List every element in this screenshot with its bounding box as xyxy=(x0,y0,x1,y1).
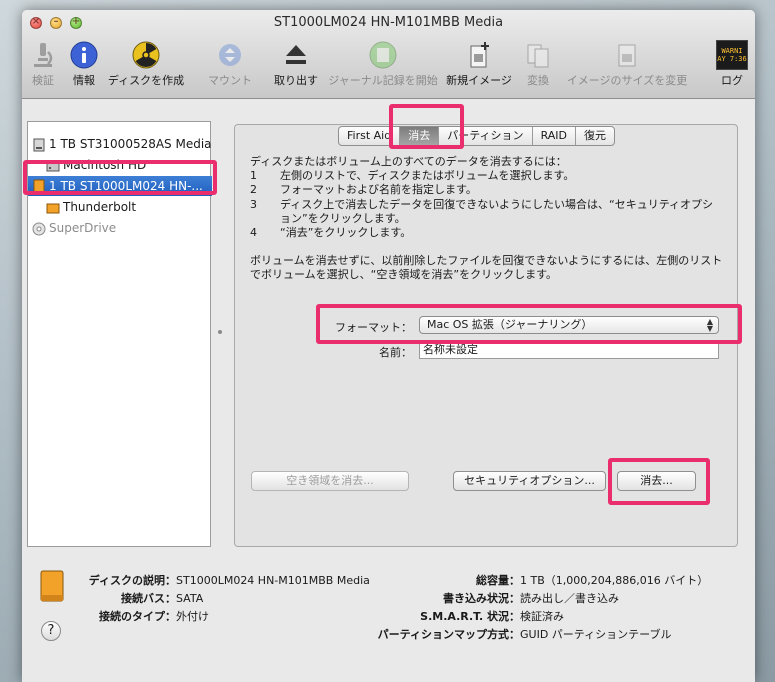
free-space-instruction: でボリュームを選択し、“空き領域を消去”をクリックします。 xyxy=(250,268,557,282)
erase-free-space-button[interactable]: 空き領域を消去... xyxy=(251,471,409,491)
free-space-instruction: ボリュームを消去せずに、以前削除したファイルを回復できないようにするには、左側の… xyxy=(250,254,723,268)
tab-erase[interactable]: 消去 xyxy=(400,127,440,145)
disk-description: ディスクの説明：ST1000LM024 HN-M101MBB Media xyxy=(88,574,370,587)
convert-icon xyxy=(527,44,549,68)
log-icon: WARNI AY 7:36 xyxy=(716,40,748,70)
tab-restore[interactable]: 復元 xyxy=(576,127,614,145)
toolbar: × – + ST1000LM024 HN-M101MBB Media 検証 情報 xyxy=(22,10,755,99)
disk-list-sidebar[interactable]: 1 TB ST31000528AS Media Macintosh HD 1 T… xyxy=(27,121,212,547)
new-image-icon xyxy=(470,42,489,68)
split-view-handle[interactable] xyxy=(218,330,222,334)
partition-map-scheme: パーティションマップ方式：GUID パーティションテーブル xyxy=(377,628,672,641)
tab-partition[interactable]: パーティション xyxy=(439,127,533,145)
erase-button[interactable]: 消去... xyxy=(617,471,696,491)
sidebar-item-disk-external[interactable]: 1 TB ST1000LM024 HN-... xyxy=(28,176,212,196)
burn-icon xyxy=(132,41,160,69)
microscope-icon xyxy=(34,43,53,67)
tab-bar: First Aid 消去 パーティション RAID 復元 xyxy=(338,126,615,146)
erase-instructions: ディスクまたはボリューム上のすべてのデータを消去するには： 1 左側のリストで、デ… xyxy=(250,155,723,283)
write-status: 書き込み状況：読み出し／書き込み xyxy=(443,592,619,605)
info-button[interactable]: 情報 xyxy=(66,40,102,88)
connection-bus: 接続バス：SATA xyxy=(121,592,204,605)
convert-button[interactable]: 変換 xyxy=(518,40,558,88)
sidebar-item-superdrive[interactable]: SuperDrive xyxy=(28,218,212,238)
security-options-button[interactable]: セキュリティオプション... xyxy=(453,471,606,491)
sidebar-item-disk-internal[interactable]: 1 TB ST31000528AS Media xyxy=(28,134,212,154)
mount-icon xyxy=(219,44,241,66)
verify-button[interactable]: 検証 xyxy=(22,40,64,88)
tab-first-aid[interactable]: First Aid xyxy=(339,127,401,145)
burn-button[interactable]: ディスクを作成 xyxy=(106,40,186,88)
popup-arrows-icon: ▲ ▼ xyxy=(706,317,713,333)
journal-icon xyxy=(369,41,397,69)
instruction-step: 2 フォーマットおよび名前を指定します。 xyxy=(250,183,477,197)
resize-image-button[interactable]: イメージのサイズを変更 xyxy=(562,40,692,88)
mount-button[interactable]: マウント xyxy=(204,40,256,88)
volume-icon xyxy=(46,203,60,213)
instruction-intro: ディスクまたはボリューム上のすべてのデータを消去するには： xyxy=(250,155,567,168)
optical-drive-icon xyxy=(32,222,46,235)
instruction-step: 3 ディスク上で消去したデータを回復できないようにしたい場合は、“セキュリティオプ… xyxy=(250,197,714,211)
sidebar-item-thunderbolt[interactable]: Thunderbolt xyxy=(28,197,226,217)
window-title: ST1000LM024 HN-M101MBB Media xyxy=(273,15,504,30)
total-capacity: 総容量：1 TB（1,000,204,886,016 バイト） xyxy=(476,574,709,587)
log-button[interactable]: WARNI AY 7:36 ログ xyxy=(714,40,750,88)
format-popup[interactable]: Mac OS 拡張（ジャーナリング） ▲ ▼ xyxy=(419,316,719,334)
name-label: 名前： xyxy=(379,346,412,359)
instruction-step: 4 “消去”をクリックします。 xyxy=(250,226,412,240)
resize-image-icon xyxy=(618,44,636,67)
disk-utility-window: × – + ST1000LM024 HN-M101MBB Media 検証 情報 xyxy=(22,10,755,682)
external-disk-icon xyxy=(40,570,64,602)
name-field[interactable]: 名称未設定 xyxy=(419,341,719,359)
format-label: フォーマット： xyxy=(335,321,412,334)
instruction-step: 1 左側のリストで、ディスクまたはボリュームを選択します。 xyxy=(250,169,575,183)
smart-status: S.M.A.R.T. 状況：検証済み xyxy=(420,610,564,623)
sidebar-item-macintosh-hd[interactable]: Macintosh HD xyxy=(28,155,226,175)
internal-disk-icon xyxy=(33,138,45,151)
info-icon xyxy=(70,41,98,69)
help-button[interactable]: ? xyxy=(41,621,61,641)
tab-raid[interactable]: RAID xyxy=(533,127,576,145)
start-journaling-button[interactable]: ジャーナル記録を開始 xyxy=(322,40,444,88)
eject-icon xyxy=(286,45,306,64)
eject-button[interactable]: 取り出す xyxy=(268,40,324,88)
new-image-button[interactable]: 新規イメージ xyxy=(446,40,512,88)
volume-icon xyxy=(46,161,60,171)
instruction-step: ョン”をクリックします。 xyxy=(280,211,406,225)
external-disk-icon xyxy=(33,179,45,194)
connection-type: 接続のタイプ：外付け xyxy=(99,610,209,623)
